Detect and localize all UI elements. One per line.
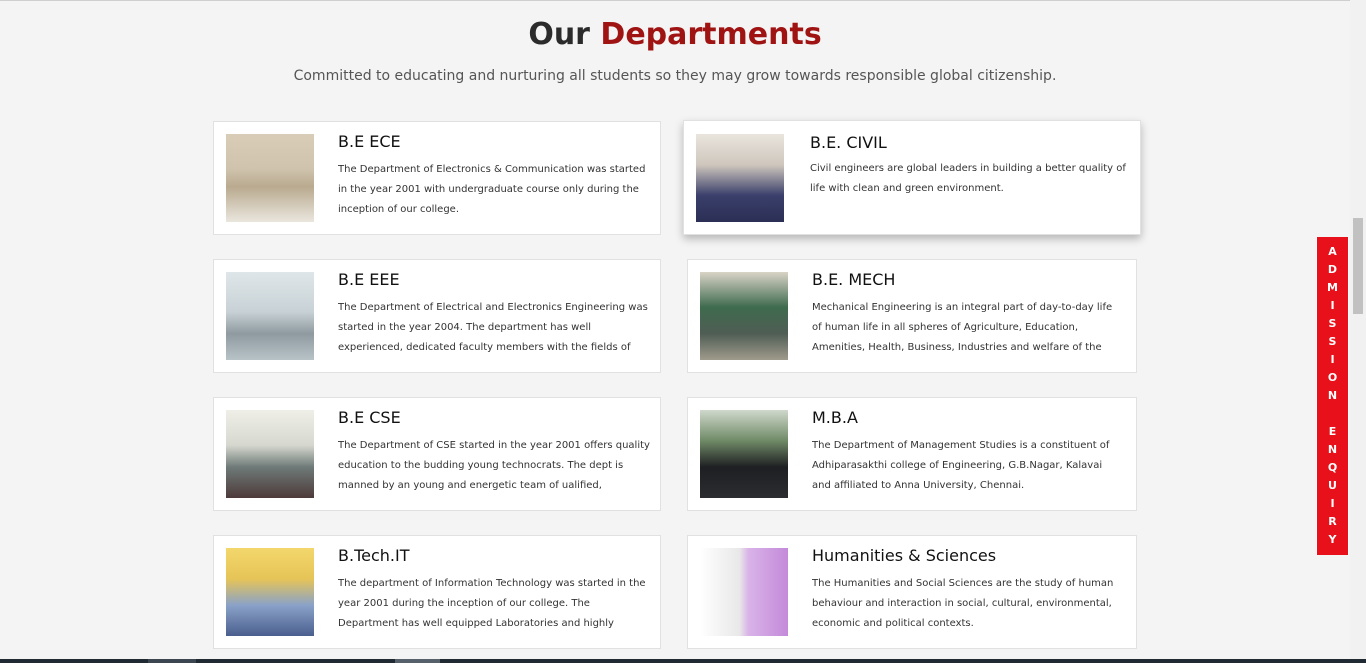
department-image-mech <box>700 272 788 360</box>
department-image-it <box>226 548 314 636</box>
department-card-mech[interactable]: B.E. MECH Mechanical Engineering is an i… <box>687 259 1137 373</box>
department-description: Civil engineers are global leaders in bu… <box>810 163 1126 194</box>
department-description: The Department of Electrical and Electro… <box>338 302 648 353</box>
section-subtitle: Committed to educating and nurturing all… <box>293 68 1057 84</box>
department-name[interactable]: B.E. CIVIL <box>810 133 887 152</box>
enquiry-letter: R <box>1328 515 1337 528</box>
enquiry-letter: I <box>1330 299 1335 312</box>
department-image-mba <box>700 410 788 498</box>
department-name[interactable]: B.E CSE <box>338 408 401 427</box>
enquiry-letter: S <box>1328 317 1337 330</box>
department-description: The department of Information Technology… <box>338 578 646 629</box>
department-name[interactable]: B.E. MECH <box>812 270 895 289</box>
title-prefix: Our <box>528 17 590 52</box>
department-card-it[interactable]: B.Tech.IT The department of Information … <box>213 535 661 649</box>
admission-enquiry-tab[interactable]: A D M I S S I O N E N Q U I R Y <box>1316 237 1349 555</box>
enquiry-letter: I <box>1330 353 1335 366</box>
enquiry-letter: M <box>1327 281 1338 294</box>
department-name[interactable]: Humanities & Sciences <box>812 546 996 565</box>
enquiry-letter: N <box>1327 389 1338 402</box>
department-card-mba[interactable]: M.B.A The Department of Management Studi… <box>687 397 1137 511</box>
department-description: The Department of CSE started in the yea… <box>338 440 650 491</box>
top-divider <box>0 0 1366 1</box>
department-description: The Department of Management Studies is … <box>812 440 1110 491</box>
enquiry-letter: O <box>1327 371 1338 384</box>
enquiry-letter: S <box>1328 335 1337 348</box>
department-image-humanities <box>700 548 788 636</box>
bottom-bar <box>0 659 1366 663</box>
department-name[interactable]: B.Tech.IT <box>338 546 409 565</box>
department-name[interactable]: B.E EEE <box>338 270 400 289</box>
department-card-civil[interactable]: B.E. CIVIL Civil engineers are global le… <box>683 120 1141 235</box>
bottom-bar-segment <box>395 659 440 663</box>
department-name[interactable]: B.E ECE <box>338 132 401 151</box>
department-card-humanities[interactable]: Humanities & Sciences The Humanities and… <box>687 535 1137 649</box>
department-image-eee <box>226 272 314 360</box>
enquiry-letter: Q <box>1327 461 1338 474</box>
department-name[interactable]: M.B.A <box>812 408 858 427</box>
department-image-ece <box>226 134 314 222</box>
enquiry-letter: E <box>1328 425 1337 438</box>
department-image-cse <box>226 410 314 498</box>
department-description: The Humanities and Social Sciences are t… <box>812 578 1114 629</box>
bottom-bar-segment <box>148 659 196 663</box>
department-card-cse[interactable]: B.E CSE The Department of CSE started in… <box>213 397 661 511</box>
section-title: Our Departments <box>0 17 1350 52</box>
enquiry-letter: D <box>1327 263 1338 276</box>
department-description: Mechanical Engineering is an integral pa… <box>812 302 1113 353</box>
enquiry-letter: N <box>1327 443 1338 456</box>
enquiry-letter: I <box>1330 497 1335 510</box>
enquiry-letter: A <box>1328 245 1337 258</box>
department-card-eee[interactable]: B.E EEE The Department of Electrical and… <box>213 259 661 373</box>
department-description: The Department of Electronics & Communic… <box>338 164 646 215</box>
enquiry-letter <box>1323 405 1343 423</box>
enquiry-letter: Y <box>1328 533 1337 546</box>
page-scrollbar[interactable] <box>1350 0 1366 659</box>
title-accent: Departments <box>600 17 822 52</box>
department-card-ece[interactable]: B.E ECE The Department of Electronics & … <box>213 121 661 235</box>
department-image-civil <box>696 134 784 222</box>
enquiry-letter: U <box>1328 479 1337 492</box>
scrollbar-thumb[interactable] <box>1353 218 1363 314</box>
